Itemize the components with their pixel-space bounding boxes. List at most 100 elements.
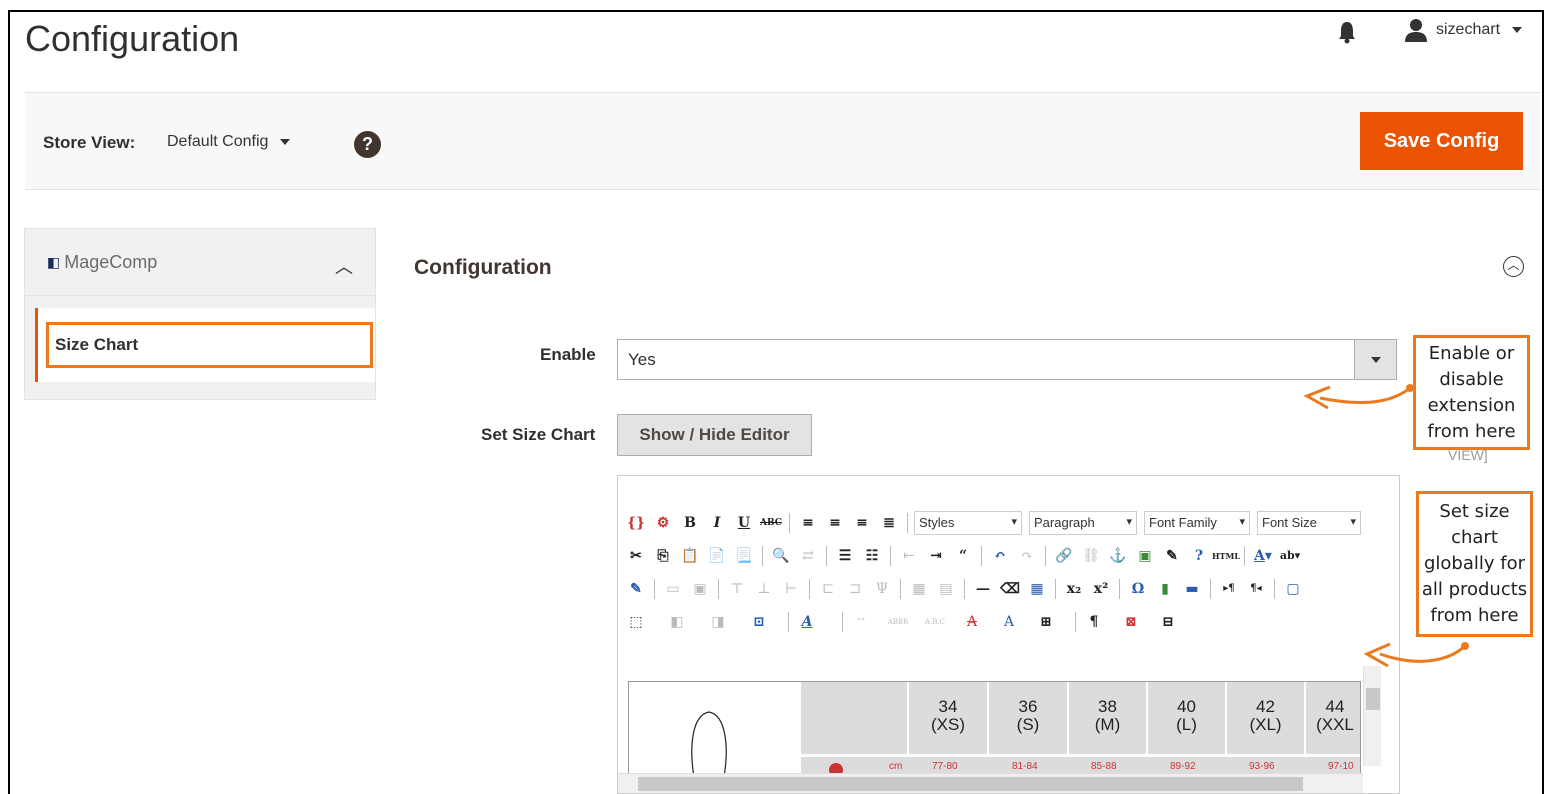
font-family-dropdown[interactable]: Font Family [1144, 510, 1250, 535]
bullet-list-icon[interactable]: ☰ [833, 545, 857, 567]
underline-icon[interactable]: U [732, 512, 756, 534]
table-cell: 97-10 [1328, 761, 1354, 772]
align-left-icon[interactable]: ≡ [796, 512, 820, 534]
cite-icon[interactable]: “” [849, 611, 873, 633]
align-justify-icon[interactable]: ≣ [877, 512, 901, 534]
edit-css-icon[interactable]: ✎ [624, 578, 648, 600]
toolbar-row: {} ⚙ B I U ABC ≡ ≡ ≡ ≣ Styles Paragraph … [624, 506, 1399, 539]
horizontal-rule-icon[interactable]: — [971, 578, 995, 600]
align-center-icon[interactable]: ≡ [823, 512, 847, 534]
collapse-section-icon[interactable]: ︿ [1503, 256, 1524, 277]
superscript-icon[interactable]: x² [1089, 578, 1113, 600]
anchor-icon[interactable]: ⚓ [1106, 545, 1130, 567]
user-menu[interactable]: sizechart [1404, 18, 1523, 42]
blockquote-icon[interactable]: “ [951, 545, 975, 567]
insert-div-icon[interactable]: ⬚ [624, 611, 648, 633]
col-after-icon[interactable]: ⊐ [843, 578, 867, 600]
sidebar-group-magecomp[interactable]: ◧ MageComp ︿ [24, 228, 376, 296]
delete-row-icon[interactable]: ⊢ [779, 578, 803, 600]
paste-word-icon[interactable]: 📃 [732, 545, 756, 567]
row-after-icon[interactable]: ⊥ [752, 578, 776, 600]
delete-col-icon[interactable]: Ψ [870, 578, 894, 600]
styles-dropdown[interactable]: Styles [914, 510, 1022, 535]
special-char-icon[interactable]: Ω [1126, 578, 1150, 600]
select-arrow-icon[interactable] [1354, 340, 1396, 379]
image-icon[interactable]: ▣ [1133, 545, 1157, 567]
rtl-icon[interactable]: ¶◂ [1244, 578, 1268, 600]
split-cells-icon[interactable]: ▦ [907, 578, 931, 600]
redo-icon[interactable]: ↷ [1015, 545, 1039, 567]
merge-cells-icon[interactable]: ▤ [934, 578, 958, 600]
store-view-bar: Store View: Default Config ? Save Config [25, 92, 1540, 190]
table-cell: 77-80 [932, 761, 958, 772]
numbered-list-icon[interactable]: ☷ [860, 545, 884, 567]
vertical-scrollbar[interactable] [1363, 666, 1381, 766]
font-size-dropdown[interactable]: Font Size [1257, 510, 1361, 535]
style-props-icon[interactable]: A [795, 611, 819, 633]
magecomp-logo-icon: ◧ [47, 253, 61, 270]
visual-chars-icon[interactable]: ¶ [1082, 611, 1106, 633]
help-icon[interactable]: ? [354, 131, 381, 158]
delete-text-icon[interactable]: A [960, 611, 984, 633]
page-break-icon[interactable]: ⊟ [1156, 611, 1180, 633]
abbr-icon[interactable]: ABBR [886, 611, 910, 633]
notification-bell-icon[interactable] [1337, 20, 1357, 44]
horizontal-scrollbar[interactable] [618, 773, 1363, 793]
align-right-icon[interactable]: ≡ [850, 512, 874, 534]
store-view-value: Default Config [167, 133, 269, 150]
sidebar-item-size-chart[interactable]: Size Chart [35, 308, 375, 382]
find-icon[interactable]: 🔍 [769, 545, 793, 567]
move-forward-icon[interactable]: ◧ [665, 611, 689, 633]
section-title: Configuration [414, 256, 552, 279]
size-chart-table[interactable]: 34 (XS) 36 (S) 38 (M) 40 (L) 42 (XL) 44 (XXL c… [628, 681, 1361, 776]
insert-text-icon[interactable]: A [997, 611, 1021, 633]
move-backward-icon[interactable]: ◨ [706, 611, 730, 633]
insert-layer-icon[interactable]: ▭ [661, 578, 685, 600]
position-icon[interactable]: ⊡ [747, 611, 771, 633]
row-before-icon[interactable]: ⊤ [725, 578, 749, 600]
cut-icon[interactable]: ✂ [624, 545, 648, 567]
show-hide-editor-button[interactable]: Show / Hide Editor [617, 414, 812, 456]
fullscreen-icon[interactable]: ▢ [1281, 578, 1305, 600]
insert-variable-icon[interactable]: {} [624, 512, 648, 534]
cleanup-icon[interactable]: ✎ [1160, 545, 1184, 567]
strikethrough-icon[interactable]: ABC [759, 512, 783, 534]
remove-format-icon[interactable]: ⌫ [998, 578, 1022, 600]
paste-text-icon[interactable]: 📄 [705, 545, 729, 567]
paste-icon[interactable]: 📋 [678, 545, 702, 567]
unlink-icon[interactable]: ⛓ [1079, 545, 1103, 567]
text-color-icon[interactable]: A ▾ [1251, 545, 1275, 567]
media-icon[interactable]: ▮ [1153, 578, 1177, 600]
editor-toolbar: {} ⚙ B I U ABC ≡ ≡ ≡ ≣ Styles Paragraph … [618, 476, 1399, 636]
scrollbar-thumb[interactable] [638, 777, 1303, 791]
format-dropdown[interactable]: Paragraph [1029, 510, 1137, 535]
enable-select[interactable]: Yes [617, 339, 1397, 380]
absolute-position-icon[interactable]: ▣ [688, 578, 712, 600]
nonbreaking-icon[interactable]: ⊠ [1119, 611, 1143, 633]
scrollbar-thumb[interactable] [1366, 688, 1380, 710]
attributes-icon[interactable]: ⊞ [1034, 611, 1058, 633]
link-icon[interactable]: 🔗 [1052, 545, 1076, 567]
italic-icon[interactable]: I [705, 512, 729, 534]
copy-icon[interactable]: ⎘ [651, 545, 675, 567]
table-header-cell: 36 (S) [989, 682, 1069, 754]
outdent-icon[interactable]: ⇤ [897, 545, 921, 567]
subscript-icon[interactable]: x₂ [1062, 578, 1086, 600]
undo-icon[interactable]: ↶ [988, 545, 1012, 567]
background-color-icon[interactable]: ab▾ [1278, 545, 1302, 567]
ltr-icon[interactable]: ▸¶ [1217, 578, 1241, 600]
save-config-button[interactable]: Save Config [1360, 112, 1523, 170]
table-header-cell [801, 682, 909, 754]
editor-content[interactable]: 34 (XS) 36 (S) 38 (M) 40 (L) 42 (XL) 44 (XXL c… [618, 636, 1399, 793]
advanced-hr-icon[interactable]: ▬ [1180, 578, 1204, 600]
html-source-icon[interactable]: HTML [1212, 545, 1240, 567]
bold-icon[interactable]: B [678, 512, 702, 534]
insert-table-icon[interactable]: ▦ [1025, 578, 1049, 600]
store-view-switcher[interactable]: Default Config [167, 133, 291, 151]
indent-icon[interactable]: ⇥ [924, 545, 948, 567]
help-icon[interactable]: ? [1187, 545, 1211, 567]
acronym-icon[interactable]: A.B.C [923, 611, 947, 633]
insert-widget-icon[interactable]: ⚙ [651, 512, 675, 534]
replace-icon[interactable]: ⇄ [796, 545, 820, 567]
col-before-icon[interactable]: ⊏ [816, 578, 840, 600]
